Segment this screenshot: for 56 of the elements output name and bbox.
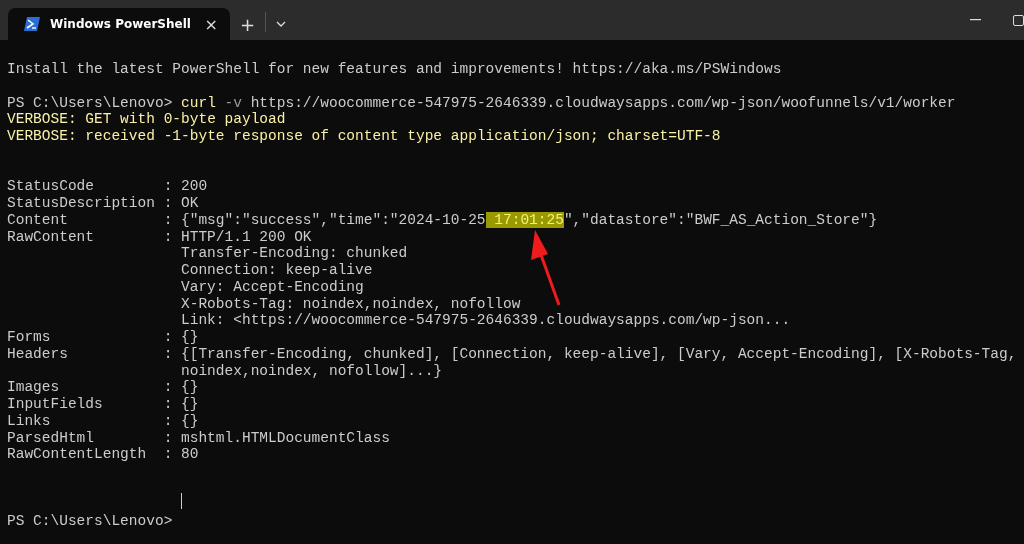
property-value: {} — [181, 396, 199, 412]
property-value: Connection: keep-alive — [181, 262, 373, 278]
property-value: 200 — [181, 178, 208, 195]
separator: : — [163, 329, 173, 345]
property-value: {} — [181, 329, 199, 345]
property-name: InputFields — [7, 396, 103, 412]
property-value: HTTP/1.1 200 OK — [181, 228, 312, 245]
property-value: {} — [181, 412, 199, 429]
property-value: X-Robots-Tag: noindex,noindex, nofollow — [181, 295, 521, 312]
argument-text: https://woocommerce-547975-2646339.cloudwaysapps.com/wp-json/woofunnels/v1/worker — [250, 94, 956, 111]
chevron-down-icon[interactable] — [276, 21, 287, 27]
property-value: {} — [181, 379, 199, 396]
maximize-icon[interactable] — [1013, 14, 1024, 26]
property-value: Link: <https://woocommerce-547975-2646339.cloudwaysapps.com/wp-json... — [181, 312, 791, 329]
prompt-text: PS C:\Users\Lenovo> — [7, 94, 173, 111]
property-name: Headers — [7, 345, 68, 362]
separator: : — [163, 211, 173, 228]
separator: : — [163, 396, 173, 412]
minimize-icon[interactable] — [970, 19, 981, 21]
text-cursor — [181, 492, 182, 509]
property-name: RawContentLength — [7, 446, 147, 463]
property-value: {[Transfer-Encoding, chunked], [Connection, keep-alive], [Vary, Accept-Encoding], [X-Robots-Tag, — [181, 345, 1017, 362]
property-value: Vary: Accept-Encoding — [181, 278, 364, 295]
property-name: RawContent — [7, 228, 94, 245]
output-text: Install the latest PowerShell for new features and improvements! https://aka.ms/PSWindows — [7, 61, 782, 77]
new-tab-button[interactable]: + — [230, 8, 266, 40]
property-value: OK — [181, 195, 199, 211]
separator: : — [163, 429, 173, 446]
separator: : — [163, 228, 173, 245]
separator: : — [163, 178, 173, 195]
property-name: Images — [7, 379, 60, 396]
close-tab-button[interactable]: × — [204, 14, 218, 34]
property-name: Content — [7, 211, 68, 228]
property-name: ParsedHtml — [7, 429, 94, 446]
separator: : — [163, 345, 173, 362]
property-value: Transfer-Encoding: chunked — [181, 245, 408, 262]
verbose-text: VERBOSE: GET with 0-byte payload — [7, 111, 286, 128]
prompt-text: PS C:\Users\Lenovo> — [7, 513, 173, 530]
terminal-tab[interactable]: Windows PowerShell × — [8, 8, 230, 40]
command-text: curl — [181, 94, 216, 111]
verbose-text: VERBOSE: received -1-byte response of content type application/json; charset=UTF-8 — [7, 128, 721, 144]
powershell-icon — [24, 17, 40, 31]
separator: : — [163, 446, 173, 463]
property-name: StatusDescription — [7, 195, 155, 211]
separator: : — [163, 412, 173, 429]
property-name: Links — [7, 412, 51, 429]
property-name: Forms — [7, 329, 51, 345]
property-value: 80 — [181, 446, 199, 463]
tab-title: Windows PowerShell — [50, 17, 192, 31]
property-value: mshtml.HTMLDocumentClass — [181, 429, 390, 446]
separator: : — [163, 195, 173, 211]
property-value: {"msg":"success","time":"2024-10-25 17:01:25","datastore":"BWF_AS_Action_Store"} — [181, 211, 878, 228]
parameter-text: -v — [224, 94, 242, 111]
property-value: noindex,noindex, nofollow]...} — [181, 362, 443, 379]
separator: : — [163, 379, 173, 396]
property-name: StatusCode — [7, 178, 94, 195]
